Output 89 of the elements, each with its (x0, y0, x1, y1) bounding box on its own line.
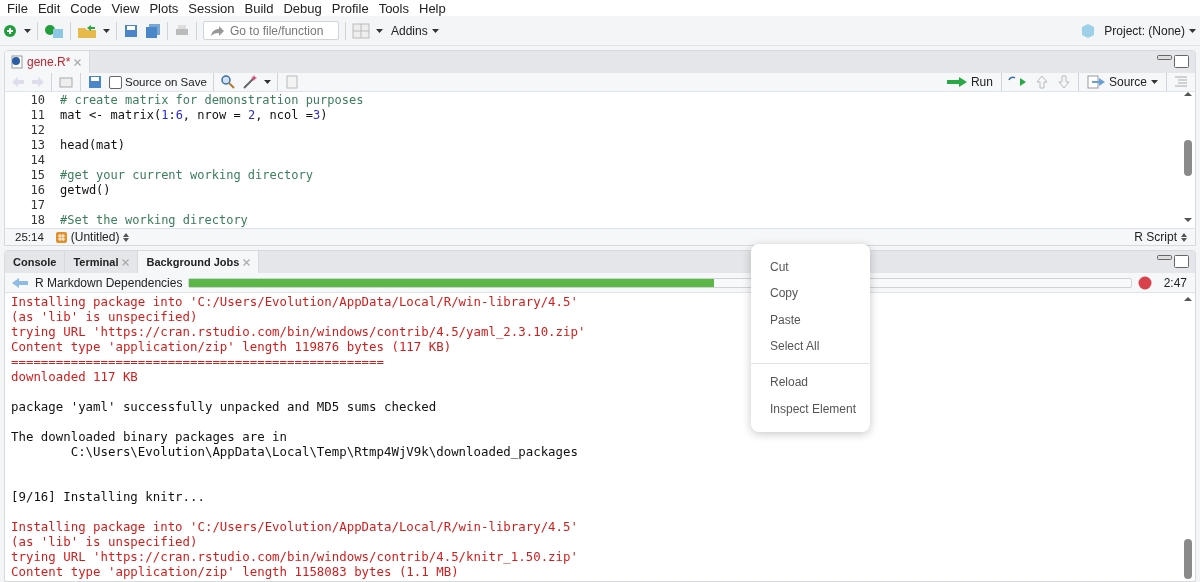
menu-item[interactable]: Profile (326, 0, 374, 16)
line-number: 15 (29, 167, 45, 182)
project-button[interactable]: Project: (None) (1102, 20, 1198, 41)
stop-icon[interactable] (1137, 275, 1152, 290)
line-number: 17 (29, 197, 45, 212)
console-line: Installing package into 'C:/Users/Evolution/AppData/Local/R/win-library/4.5' (11, 519, 578, 534)
console-line: (as 'lib' is unspecified) (11, 534, 198, 549)
code-line: #get your current working directory (60, 167, 313, 182)
caret-icon (376, 28, 383, 33)
pane-tab[interactable]: Background Jobs (138, 251, 260, 273)
save-icon[interactable] (87, 74, 103, 90)
console-line: Installing package into 'C:/Users/Evolution/AppData/Local/R/win-library/4.5' (11, 294, 578, 309)
maximize-icon[interactable] (1174, 254, 1189, 268)
menu-item[interactable]: View (106, 0, 145, 16)
back-arrow-icon[interactable] (11, 276, 29, 289)
up-down-icon (123, 232, 130, 242)
file-type-button[interactable]: R Script (1132, 227, 1189, 245)
line-number: 10 (29, 92, 45, 107)
caret-icon (1151, 80, 1158, 84)
new-file-icon[interactable] (2, 22, 18, 39)
menu-item[interactable]: Reload (751, 369, 870, 396)
new-project-icon[interactable] (44, 22, 64, 39)
search-icon[interactable] (219, 74, 236, 90)
wand-icon[interactable] (241, 74, 258, 90)
caret-icon (1189, 28, 1196, 33)
minimize-icon[interactable] (1157, 254, 1172, 260)
menu-item[interactable]: Cut (751, 254, 870, 281)
console-line: Content type 'application/zip' length 1158083 bytes (1.1 MB) (11, 564, 459, 579)
checkbox[interactable] (109, 75, 122, 89)
close-icon[interactable] (122, 258, 130, 266)
caret-icon (24, 28, 31, 33)
menu-item[interactable]: Tools (373, 0, 414, 16)
addins-button[interactable]: Addins (389, 20, 441, 41)
run-button[interactable]: Run (944, 72, 995, 92)
arrow-icon (946, 77, 967, 87)
menu-item[interactable]: Build (239, 0, 279, 16)
source-button[interactable]: Source (1084, 72, 1160, 92)
source-on-save-checkbox[interactable]: Source on Save (109, 75, 207, 89)
menu-item[interactable]: File (2, 0, 33, 16)
cursor-position: 25:14 (15, 231, 44, 243)
console-line: downloaded 117 KB (11, 369, 138, 384)
console-line: ================================================== (11, 354, 384, 369)
menu-item[interactable]: Code (65, 0, 107, 16)
job-name: R Markdown Dependencies (35, 275, 183, 290)
console-line: Content type 'application/zip' length 119876 bytes (117 KB) (11, 339, 452, 354)
code-line: # create matrix for demonstration purposes (60, 92, 364, 107)
caret-icon (263, 80, 271, 84)
elapsed-time: 2:47 (1163, 275, 1187, 290)
console-line: package 'yaml' successfully unpacked and MD5 sums checked (11, 399, 437, 414)
line-number: 18 (29, 212, 45, 227)
menu-item[interactable]: Help (414, 0, 451, 16)
minimize-icon[interactable] (1157, 54, 1172, 60)
line-number: 16 (29, 182, 45, 197)
close-icon[interactable] (74, 58, 82, 66)
code-line: #Set the working directory (60, 212, 248, 227)
menu-item[interactable]: Session (183, 0, 240, 16)
menu-item[interactable]: Paste (751, 306, 870, 333)
save-all-icon[interactable] (145, 22, 161, 39)
caret-icon (431, 28, 439, 33)
cube-icon (1080, 22, 1097, 39)
r-file-icon (11, 55, 23, 69)
console-line: C:\Users\Evolution\AppData\Local\Temp\Rtmp4WjV9k\downloaded_packages (69, 444, 578, 459)
console-line: trying URL 'https://cran.rstudio.com/bin/windows/contrib/4.5/knitr_1.50.zip' (11, 549, 578, 564)
console-line: (as 'lib' is unspecified) (11, 309, 198, 324)
menu-item[interactable]: Copy (751, 280, 870, 307)
menu-item[interactable]: Inspect Element (751, 395, 870, 422)
console-line: [9/16] Installing knitr... (11, 489, 205, 504)
maximize-icon[interactable] (1174, 54, 1189, 68)
console-line: trying URL 'https://cran.rstudio.com/bin/windows/contrib/4.5/yaml_2.3.10.zip' (11, 324, 586, 339)
caret-icon (103, 28, 110, 33)
code-line: head(mat) (60, 137, 126, 152)
line-number: 14 (29, 152, 45, 167)
scope-button[interactable]: (Untitled) (53, 227, 132, 245)
menu-item[interactable]: Debug (278, 0, 327, 16)
up-down-icon (1181, 232, 1187, 242)
line-number: 11 (29, 107, 45, 122)
folder-icon[interactable] (77, 22, 97, 39)
menu-item[interactable]: Plots (144, 0, 184, 16)
menu-item[interactable]: Edit (32, 0, 66, 16)
line-number: 12 (29, 122, 45, 137)
file-tab[interactable]: gene.R* (5, 51, 91, 73)
menu-item[interactable]: Select All (751, 332, 870, 360)
console-line: The downloaded binary packages are in (11, 429, 287, 444)
code-line: getwd() (60, 182, 111, 197)
close-icon[interactable] (243, 258, 251, 266)
search-field[interactable]: Go to file/function (203, 21, 339, 40)
code-line: mat <- matrix(1:6, nrow = 2, ncol =3) (60, 107, 328, 122)
line-number: 13 (29, 137, 45, 152)
save-icon[interactable] (123, 22, 139, 39)
